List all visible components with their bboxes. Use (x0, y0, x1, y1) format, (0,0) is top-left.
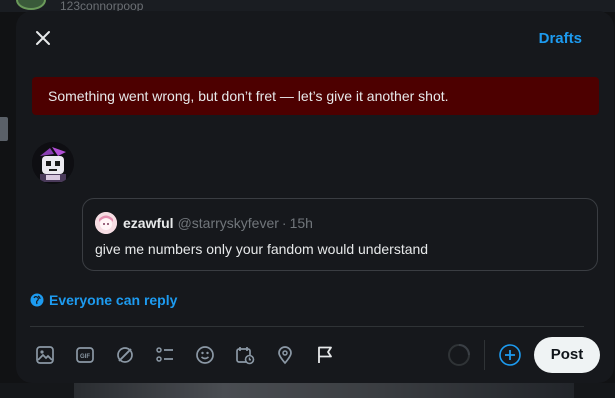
location-icon (278, 346, 292, 365)
divider (30, 326, 584, 327)
poll-button[interactable] (150, 340, 180, 370)
background-side-tab (0, 117, 8, 141)
background-avatar (16, 0, 46, 10)
quoted-post-text: give me numbers only your fandom would u… (95, 241, 429, 257)
gif-icon: GIF (76, 347, 94, 363)
schedule-button[interactable] (230, 340, 260, 370)
background-media (0, 383, 615, 398)
grok-button[interactable] (110, 340, 140, 370)
close-icon (36, 31, 50, 45)
poll-icon (156, 347, 173, 362)
meta-separator: · (281, 215, 287, 231)
reply-setting-button[interactable]: Everyone can reply (30, 292, 177, 308)
quoted-post[interactable]: ezawful @starryskyfever · 15h give me nu… (82, 198, 598, 271)
quoted-author-name: ezawful (123, 215, 174, 231)
add-post-button[interactable] (498, 343, 522, 367)
close-button[interactable] (32, 27, 54, 49)
character-count-ring (447, 343, 471, 367)
flag-button[interactable] (310, 340, 340, 370)
emoji-icon (196, 346, 214, 364)
svg-text:GIF: GIF (80, 354, 90, 360)
post-button[interactable]: Post (534, 337, 600, 373)
reply-setting-label: Everyone can reply (49, 292, 178, 308)
quoted-post-time: 15h (289, 215, 313, 231)
quoted-author-handle: @starryskyfever (177, 215, 279, 231)
compose-toolbar: GIF (30, 340, 350, 370)
globe-icon (30, 293, 44, 307)
toolbar-separator (484, 340, 485, 370)
emoji-button[interactable] (190, 340, 220, 370)
quoted-post-header: ezawful @starryskyfever · 15h (95, 212, 313, 234)
background-photo (74, 383, 574, 398)
error-banner: Something went wrong, but don’t fret — l… (32, 77, 599, 115)
location-button[interactable] (270, 340, 300, 370)
flag-icon (318, 346, 332, 363)
gif-button[interactable]: GIF (70, 340, 100, 370)
quoted-author-avatar (95, 212, 117, 234)
media-button[interactable] (30, 340, 60, 370)
drafts-button[interactable]: Drafts (539, 30, 582, 47)
author-avatar (32, 142, 74, 184)
media-icon (36, 346, 54, 364)
schedule-icon (236, 347, 255, 365)
grok-icon (117, 347, 133, 363)
plus-icon (499, 344, 521, 366)
compose-modal: Drafts Something went wrong, but don’t f… (16, 11, 614, 383)
